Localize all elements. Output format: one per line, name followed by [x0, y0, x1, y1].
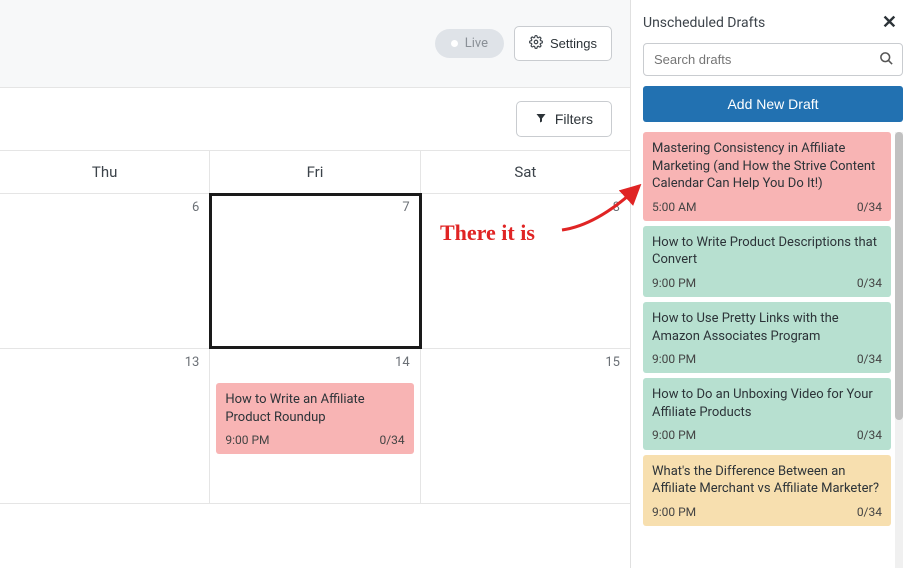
- draft-title: How to Write Product Descriptions that C…: [652, 234, 882, 269]
- draft-progress: 0/34: [857, 199, 882, 215]
- draft-progress: 0/34: [857, 427, 882, 443]
- calendar-header-fri: Fri: [210, 151, 420, 193]
- settings-button[interactable]: Settings: [514, 26, 612, 61]
- add-new-draft-button[interactable]: Add New Draft: [643, 86, 903, 122]
- sidebar-title: Unscheduled Drafts: [643, 15, 765, 31]
- draft-list[interactable]: Mastering Consistency in Affiliate Marke…: [643, 132, 893, 568]
- close-icon[interactable]: ✕: [882, 12, 897, 33]
- day-number: 8: [613, 200, 620, 215]
- live-label: Live: [465, 36, 488, 51]
- draft-item[interactable]: How to Use Pretty Links with the Amazon …: [643, 302, 891, 373]
- calendar-cell[interactable]: 14 How to Write an Affiliate Product Rou…: [210, 349, 420, 503]
- draft-item[interactable]: How to Do an Unboxing Video for Your Aff…: [643, 378, 891, 449]
- draft-time: 9:00 PM: [652, 504, 696, 520]
- calendar-cell[interactable]: 6: [0, 194, 210, 348]
- live-dot-icon: [451, 40, 458, 47]
- gear-icon: [529, 35, 543, 52]
- topbar: Live Settings: [0, 0, 630, 88]
- calendar-header-sat: Sat: [421, 151, 630, 193]
- live-toggle[interactable]: Live: [435, 29, 504, 58]
- draft-time: 9:00 PM: [652, 427, 696, 443]
- draft-item[interactable]: Mastering Consistency in Affiliate Marke…: [643, 132, 891, 221]
- filter-icon: [535, 111, 547, 127]
- day-number: 14: [395, 355, 410, 370]
- draft-title: How to Use Pretty Links with the Amazon …: [652, 310, 882, 345]
- search-icon[interactable]: [879, 51, 894, 70]
- draft-progress: 0/34: [857, 275, 882, 291]
- draft-title: How to Do an Unboxing Video for Your Aff…: [652, 386, 882, 421]
- calendar-header-thu: Thu: [0, 151, 210, 193]
- calendar-cell[interactable]: 15: [421, 349, 630, 503]
- event-progress: 0/34: [379, 432, 404, 448]
- scrollbar[interactable]: [895, 132, 903, 568]
- filters-row: Filters: [0, 88, 630, 150]
- filters-button[interactable]: Filters: [516, 101, 612, 137]
- draft-item[interactable]: How to Write Product Descriptions that C…: [643, 226, 891, 297]
- draft-time: 5:00 AM: [652, 199, 696, 215]
- calendar-header-row: Thu Fri Sat: [0, 150, 630, 194]
- event-title: How to Write an Affiliate Product Roundu…: [225, 391, 404, 426]
- calendar-cell[interactable]: 8: [421, 194, 630, 348]
- calendar: Thu Fri Sat 6 7 8 13 14: [0, 150, 630, 568]
- filters-label: Filters: [555, 111, 593, 127]
- settings-label: Settings: [550, 36, 597, 51]
- day-number: 7: [402, 200, 409, 215]
- draft-time: 9:00 PM: [652, 351, 696, 367]
- draft-progress: 0/34: [857, 351, 882, 367]
- draft-title: Mastering Consistency in Affiliate Marke…: [652, 140, 882, 193]
- calendar-row: 6 7 8: [0, 194, 630, 349]
- day-number: 15: [605, 355, 620, 370]
- draft-item[interactable]: What's the Difference Between an Affilia…: [643, 455, 891, 526]
- draft-time: 9:00 PM: [652, 275, 696, 291]
- calendar-cell-selected[interactable]: 7: [210, 194, 420, 348]
- drafts-sidebar: Unscheduled Drafts ✕ Add New Draft Maste…: [631, 0, 909, 568]
- draft-progress: 0/34: [857, 504, 882, 520]
- day-number: 13: [185, 355, 200, 370]
- draft-title: What's the Difference Between an Affilia…: [652, 463, 882, 498]
- scheduled-event[interactable]: How to Write an Affiliate Product Roundu…: [216, 383, 413, 454]
- search-input[interactable]: [643, 43, 903, 76]
- day-number: 6: [192, 200, 199, 215]
- scroll-thumb[interactable]: [895, 132, 903, 420]
- calendar-cell[interactable]: 13: [0, 349, 210, 503]
- calendar-row: 13 14 How to Write an Affiliate Product …: [0, 349, 630, 504]
- event-time: 9:00 PM: [225, 432, 269, 448]
